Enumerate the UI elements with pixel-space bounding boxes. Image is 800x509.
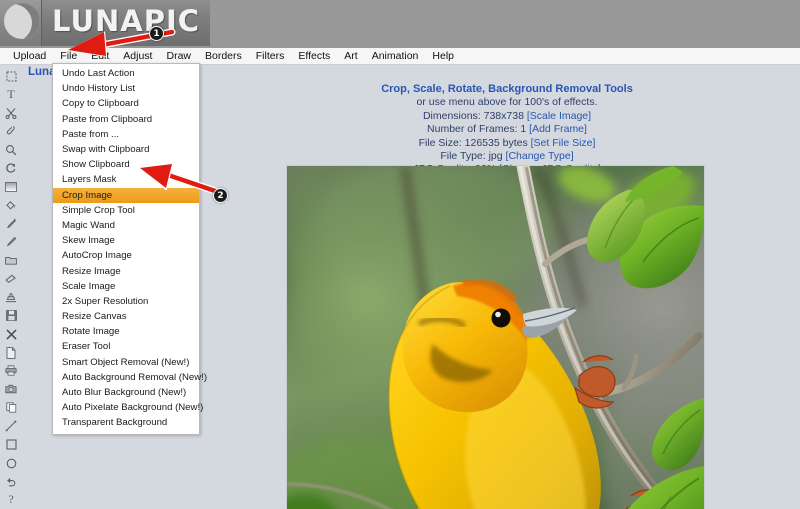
menu-effects[interactable]: Effects — [291, 48, 337, 65]
help-question-icon[interactable]: ? — [2, 491, 20, 509]
menu-edit[interactable]: Edit — [84, 48, 116, 65]
menu-draw[interactable]: Draw — [159, 48, 198, 65]
paint-bucket-icon[interactable] — [2, 196, 20, 214]
menu-item-paste-from-clipboard[interactable]: Paste from Clipboard — [53, 112, 199, 127]
menu-item-eraser-tool[interactable]: Eraser Tool — [53, 339, 199, 354]
crescent-moon-icon — [4, 3, 40, 39]
menu-item-auto-pixelate-background[interactable]: Auto Pixelate Background (New!) — [53, 400, 199, 415]
menu-item-resize-canvas[interactable]: Resize Canvas — [53, 309, 199, 324]
folder-icon[interactable] — [2, 251, 20, 269]
add-frame-link[interactable]: [Add Frame] — [529, 123, 587, 135]
save-disk-icon[interactable] — [2, 306, 20, 324]
info-headline: Crop, Scale, Rotate, Background Removal … — [287, 83, 727, 96]
menu-item-auto-blur-background[interactable]: Auto Blur Background (New!) — [53, 385, 199, 400]
menu-art[interactable]: Art — [337, 48, 364, 65]
rotate-icon[interactable] — [2, 159, 20, 177]
info-filesize-row: File Size: 126535 bytes [Set File Size] — [287, 137, 727, 150]
menu-item-show-clipboard[interactable]: Show Clipboard — [53, 157, 199, 172]
eyedropper-icon[interactable] — [2, 214, 20, 232]
menu-item-auto-background-removal[interactable]: Auto Background Removal (New!) — [53, 370, 199, 385]
menu-item-undo-history-list[interactable]: Undo History List — [53, 81, 199, 96]
camera-icon[interactable] — [2, 380, 20, 398]
menu-item-scale-image[interactable]: Scale Image — [53, 279, 199, 294]
info-frames-row: Number of Frames: 1 [Add Frame] — [287, 123, 727, 136]
scissors-icon[interactable] — [2, 104, 20, 122]
menu-item-paste-from[interactable]: Paste from ... — [53, 127, 199, 142]
logo[interactable]: LUNAPIC — [0, 0, 210, 46]
info-subline: or use menu above for 100's of effects. — [287, 96, 727, 109]
square-icon[interactable] — [2, 435, 20, 453]
menu-item-magic-wand[interactable]: Magic Wand — [53, 218, 199, 233]
info-dimensions-label: Dimensions: 738x738 — [423, 110, 524, 122]
annotation-badge-2: 2 — [213, 188, 228, 203]
menu-item-skew-image[interactable]: Skew Image — [53, 233, 199, 248]
magnifier-icon[interactable] — [2, 141, 20, 159]
selection-marquee-icon[interactable] — [2, 67, 20, 85]
image-canvas[interactable] — [287, 166, 704, 509]
info-frames-label: Number of Frames: 1 — [427, 123, 526, 135]
menu-animation[interactable]: Animation — [365, 48, 426, 65]
circle-icon[interactable] — [2, 454, 20, 472]
copy-icon[interactable] — [2, 399, 20, 417]
gradient-icon[interactable] — [2, 178, 20, 196]
line-icon[interactable] — [2, 417, 20, 435]
menu-item-undo-last-action[interactable]: Undo Last Action — [53, 66, 199, 81]
app-header: LUNAPIC — [0, 0, 800, 48]
logo-moon-panel — [0, 0, 42, 46]
set-file-size-link[interactable]: [Set File Size] — [531, 137, 596, 149]
menu-item-rotate-image[interactable]: Rotate Image — [53, 324, 199, 339]
info-filetype-row: File Type: jpg [Change Type] — [287, 150, 727, 163]
menu-file[interactable]: File — [53, 48, 84, 65]
menu-upload[interactable]: Upload — [6, 48, 53, 65]
menu-help[interactable]: Help — [425, 48, 461, 65]
menu-item-simple-crop-tool[interactable]: Simple Crop Tool — [53, 203, 199, 218]
document-icon[interactable] — [2, 343, 20, 361]
menu-adjust[interactable]: Adjust — [116, 48, 159, 65]
image-info-panel: Crop, Scale, Rotate, Background Removal … — [287, 83, 727, 177]
paintbrush-icon[interactable] — [2, 233, 20, 251]
menu-item-resize-image[interactable]: Resize Image — [53, 263, 199, 278]
annotation-badge-1: 1 — [149, 26, 164, 41]
info-dimensions-row: Dimensions: 738x738 [Scale Image] — [287, 110, 727, 123]
text-tool-icon[interactable]: T — [2, 85, 20, 103]
left-toolbar: T — [0, 65, 22, 509]
menu-item-copy-to-clipboard[interactable]: Copy to Clipboard — [53, 96, 199, 111]
info-filetype-label: File Type: jpg — [440, 150, 502, 162]
printer-icon[interactable] — [2, 362, 20, 380]
logo-text: LUNAPIC — [52, 4, 200, 38]
menu-item-autocrop-image[interactable]: AutoCrop Image — [53, 248, 199, 263]
info-filesize-label: File Size: 126535 bytes — [419, 137, 528, 149]
menu-item-transparent-background[interactable]: Transparent Background — [53, 415, 199, 430]
scale-image-link[interactable]: [Scale Image] — [527, 110, 591, 122]
change-type-link[interactable]: [Change Type] — [506, 150, 574, 162]
edit-dropdown-menu: Undo Last Action Undo History List Copy … — [52, 63, 200, 435]
close-x-icon[interactable] — [2, 325, 20, 343]
stamp-icon[interactable] — [2, 288, 20, 306]
menu-borders[interactable]: Borders — [198, 48, 249, 65]
menu-filters[interactable]: Filters — [249, 48, 292, 65]
undo-arrow-icon[interactable] — [2, 472, 20, 490]
menu-item-layers-mask[interactable]: Layers Mask — [53, 172, 199, 187]
menu-item-smart-object-removal[interactable]: Smart Object Removal (New!) — [53, 355, 199, 370]
eraser-icon[interactable] — [2, 270, 20, 288]
menu-item-swap-with-clipboard[interactable]: Swap with Clipboard — [53, 142, 199, 157]
pin-icon[interactable] — [2, 122, 20, 140]
menu-item-2x-super-resolution[interactable]: 2x Super Resolution — [53, 294, 199, 309]
bird-photo — [287, 166, 704, 509]
crop-image-menu-item[interactable]: Crop Image — [53, 188, 199, 203]
